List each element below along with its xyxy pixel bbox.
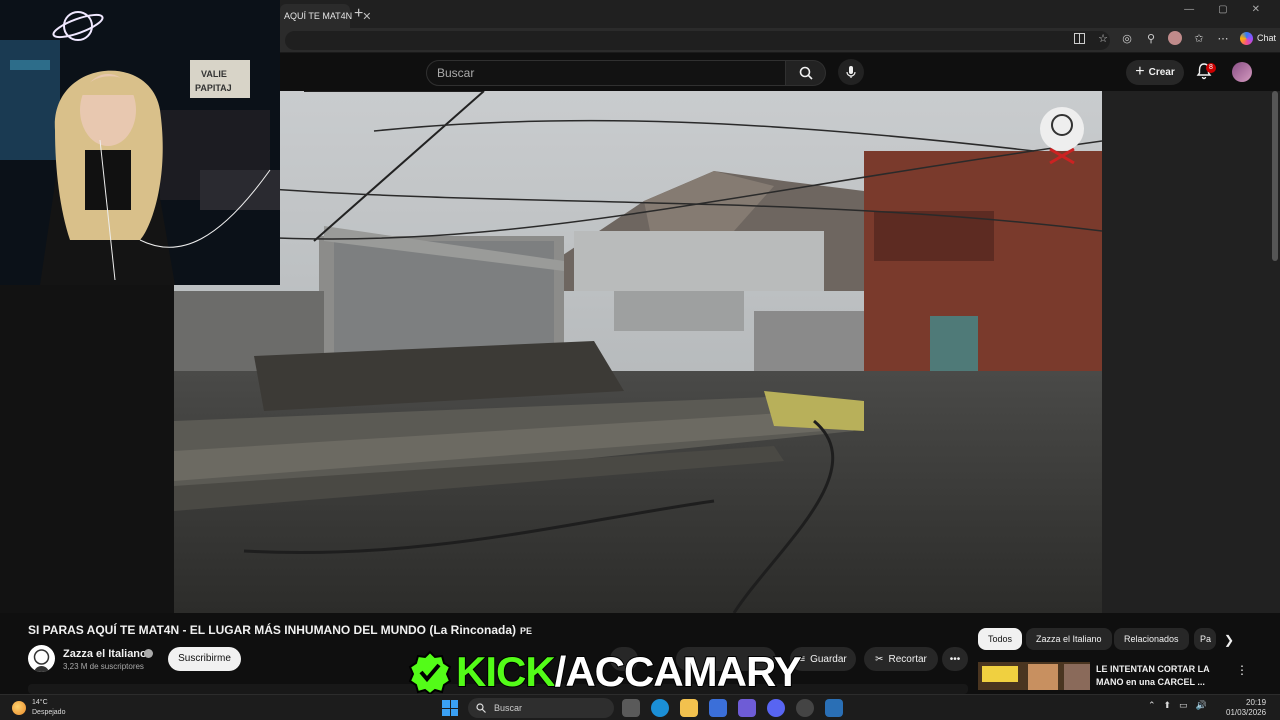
favorites-bar-icon[interactable]: ✩ [1192,31,1206,45]
discord-icon[interactable] [767,699,785,717]
temperature: 14°C [32,699,48,706]
recommended-title[interactable]: LE INTENTAN CORTAR LA MANO en una CARCEL… [1096,663,1216,689]
window-controls: — ▢ ✕ [1184,4,1260,15]
user-avatar[interactable] [1232,62,1252,82]
network-icon[interactable]: ▭ [1179,700,1188,711]
maximize-button[interactable]: ▢ [1218,4,1227,15]
close-tab-icon[interactable]: ✕ [362,10,371,23]
time: 20:19 [1246,698,1267,707]
chat-label: Chat [1257,33,1277,43]
obs-icon[interactable] [796,699,814,717]
date: 01/03/2026 [1226,708,1267,717]
browser-toolbar: ☆ ◎ ⚲ ✩ ⋯ Chat [1072,31,1276,45]
page-background [0,285,174,613]
subscribe-button[interactable]: Suscribirme [168,647,241,671]
volume-icon[interactable]: 🔊 [1196,700,1207,711]
plus-icon: + [1135,62,1145,80]
system-tray: ⌃ ⬆ ▭ 🔊 [1148,700,1207,711]
browser-tab[interactable]: AQUÍ TE MAT4N ✕ [280,4,371,28]
side-panel [1102,91,1280,613]
weather-icon [12,701,26,715]
save-label: Guardar [810,653,847,665]
kick-verified-icon [408,650,452,694]
tray-chevron-icon[interactable]: ⌃ [1148,700,1156,711]
file-explorer-icon[interactable] [680,699,698,717]
channel-name[interactable]: Zazza el Italiano [63,648,147,660]
kick-watermark: KICK/ACCAMARY [408,647,803,696]
windows-taskbar: 14°C Despejado Buscar ⌃ ⬆ ▭ 🔊 20:19 01/0… [0,694,1280,720]
scrollbar[interactable] [1272,91,1278,261]
kick-slash: / [554,647,568,696]
search-icon [476,703,486,713]
copilot-chat-button[interactable]: Chat [1240,31,1277,45]
browser-tab-title: AQUÍ TE MAT4N [284,11,353,21]
search-button[interactable] [786,60,826,86]
clip-button[interactable]: ✂ Recortar [864,647,938,671]
upload-icon[interactable]: ⬆ [1164,700,1172,711]
weather-text: 14°C Despejado [32,698,65,718]
new-tab-button[interactable]: + [354,5,363,23]
video-frame [174,91,1102,613]
edge-icon[interactable] [651,699,669,717]
channel-avatar-image [33,649,50,672]
create-label: Crear [1148,67,1175,78]
weather-condition: Despejado [32,709,66,716]
more-options-icon[interactable]: ⋯ [1216,31,1230,45]
video-title-text: SI PARAS AQUÍ TE MAT4N - EL LUGAR MÁS IN… [28,623,517,637]
kick-channel: ACCAMARY [564,647,802,696]
sign-line1: VALIE [201,69,227,79]
taskbar-apps [622,699,843,717]
teams-icon[interactable] [738,699,756,717]
scissors-icon: ✂ [875,653,884,665]
taskbar-search-label: Buscar [494,703,523,713]
kick-logo-text: KICK/ACCAMARY [455,647,803,696]
task-view-icon[interactable] [622,699,640,717]
thumbnail-image [978,662,1090,690]
chip-related[interactable]: Relacionados [1114,628,1189,650]
chip-all[interactable]: Todos [978,628,1023,650]
country-flag: PE [520,626,533,636]
sign-line2: PAPITAJ [195,83,232,93]
verified-icon [144,649,153,658]
recommended-thumbnail[interactable] [978,662,1090,690]
webcam-overlay: VALIE PAPITAJ [0,0,280,285]
search-input[interactable]: Buscar [426,60,786,86]
chip-partial[interactable]: Pa [1194,628,1216,650]
clock[interactable]: 20:19 01/03/2026 [1226,698,1266,718]
store-icon[interactable] [709,699,727,717]
channel-avatar[interactable] [28,645,55,672]
video-player[interactable] [174,91,1102,613]
weather-widget[interactable]: 14°C Despejado [12,698,65,718]
chevron-right-icon[interactable]: ❯ [1224,633,1234,647]
split-screen-icon[interactable] [1072,31,1086,45]
clip-label: Recortar [888,653,927,665]
notification-badge: 8 [1206,63,1216,73]
chip-channel[interactable]: Zazza el Italiano [1026,628,1112,650]
collections-icon[interactable]: ⚲ [1144,31,1158,45]
voice-search-button[interactable] [838,59,864,85]
recommended-more-icon[interactable]: ⋮ [1236,663,1248,677]
profile-icon[interactable] [1168,31,1182,45]
create-button[interactable]: + Crear [1126,60,1184,85]
subscriber-count: 3,23 M de suscriptores [63,662,144,671]
search-icon [799,66,813,80]
microphone-icon [846,66,856,78]
settings-icon[interactable] [825,699,843,717]
minimize-button[interactable]: — [1184,4,1194,15]
windows-start-icon[interactable] [442,700,458,716]
close-window-button[interactable]: ✕ [1252,4,1260,15]
more-actions-button[interactable]: ••• [942,647,968,671]
kick-brand: KICK [455,647,557,696]
copilot-icon [1240,31,1253,45]
favorite-star-icon[interactable]: ☆ [1096,31,1110,45]
taskbar-search[interactable]: Buscar [468,698,614,718]
url-field[interactable] [285,31,1110,50]
webcam-frame: VALIE PAPITAJ [0,0,280,285]
video-title: SI PARAS AQUÍ TE MAT4N - EL LUGAR MÁS IN… [28,623,532,637]
extension-icon[interactable]: ◎ [1120,31,1134,45]
